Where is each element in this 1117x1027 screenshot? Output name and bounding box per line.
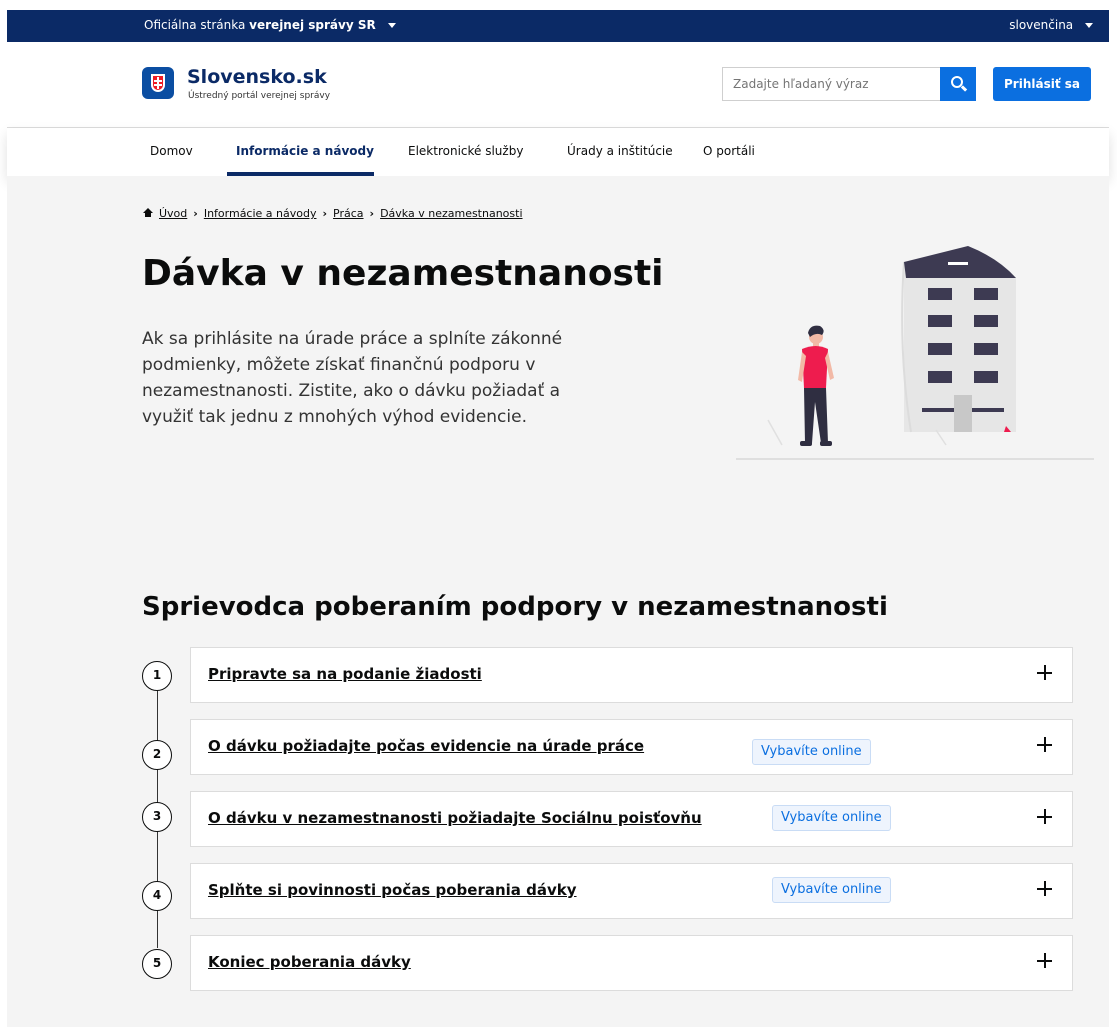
step-item[interactable]: O dávku v nezamestnanosti požiadajte Soc… [190,791,1073,847]
language-label: slovenčina [1009,18,1074,32]
nav-item-informacie-a-navody[interactable]: Informácie a návody [236,144,374,158]
language-switcher[interactable]: slovenčina [1009,18,1093,32]
official-site-toggle[interactable]: Oficiálna stránka verejnej správy SR [144,18,396,32]
plus-icon[interactable] [1037,953,1052,968]
nav-item-elektronicke-sluzby[interactable]: Elektronické služby [408,144,523,158]
step-item[interactable]: Koniec poberania dávky [190,935,1073,991]
plus-icon[interactable] [1037,881,1052,896]
nav-item-o-portali[interactable]: O portáli [703,144,755,158]
breadcrumb-link-current[interactable]: Dávka v nezamestnanosti [380,207,522,220]
official-site-prefix: Oficiálna stránka [144,18,246,32]
step-title[interactable]: Koniec poberania dávky [208,953,411,971]
online-badge: Vybavíte online [772,805,891,831]
caret-down-icon [387,23,396,28]
step-item[interactable]: Pripravte sa na podanie žiadosti [190,647,1073,703]
logo-subtitle: Ústredný portál verejnej správy [188,91,331,101]
person-building-illustration [736,246,1094,460]
official-site-bar: Oficiálna stránka verejnej správy SR slo… [7,10,1109,42]
step-number: 4 [142,881,172,911]
site-header: Slovensko.sk Ústredný portál verejnej sp… [7,42,1109,128]
page-lead: Ak sa prihlásite na úrade práce a splnít… [142,329,563,427]
online-badge: Vybavíte online [772,877,891,903]
breadcrumb-link-informacie[interactable]: Informácie a návody [204,207,317,220]
caret-down-icon [1085,23,1093,28]
breadcrumb-link-praca[interactable]: Práca [333,207,364,220]
login-button[interactable]: Prihlásiť sa [993,67,1091,101]
breadcrumb: Úvod › Informácie a návody › Práca › Dávka v n… [143,207,523,220]
official-site-strong: verejnej správy SR [249,18,376,32]
step-number: 2 [142,740,172,770]
main-nav: Domov Informácie a návody Elektronické s… [7,128,1109,176]
coat-of-arms-icon[interactable] [142,67,174,99]
step-number: 5 [142,949,172,979]
nav-item-domov[interactable]: Domov [150,144,193,158]
step-title[interactable]: O dávku v nezamestnanosti požiadajte Soc… [208,809,702,827]
step-title[interactable]: Splňte si povinnosti počas poberania dáv… [208,881,577,899]
page-title: Dávka v nezamestnanosti [142,253,664,294]
step-number: 1 [142,661,172,691]
step-number: 3 [142,802,172,832]
plus-icon[interactable] [1037,665,1052,680]
nav-item-urady-a-institucie[interactable]: Úrady a inštitúcie [567,144,673,158]
search-input[interactable] [722,67,940,101]
guide-title: Sprievodca poberaním podpory v nezamestn… [142,592,888,622]
step-item[interactable]: O dávku požiadajte počas evidencie na úr… [190,719,1073,775]
step-title[interactable]: O dávku požiadajte počas evidencie na úr… [208,737,644,755]
step-title[interactable]: Pripravte sa na podanie žiadosti [208,665,482,683]
search-button[interactable] [940,67,976,101]
plus-icon[interactable] [1037,809,1052,824]
logo-name[interactable]: Slovensko.sk [187,66,327,88]
plus-icon[interactable] [1037,737,1052,752]
home-icon [143,208,153,217]
breadcrumb-link-uvod[interactable]: Úvod [159,207,187,220]
online-badge: Vybavíte online [752,739,871,765]
step-item[interactable]: Splňte si povinnosti počas poberania dáv… [190,863,1073,919]
